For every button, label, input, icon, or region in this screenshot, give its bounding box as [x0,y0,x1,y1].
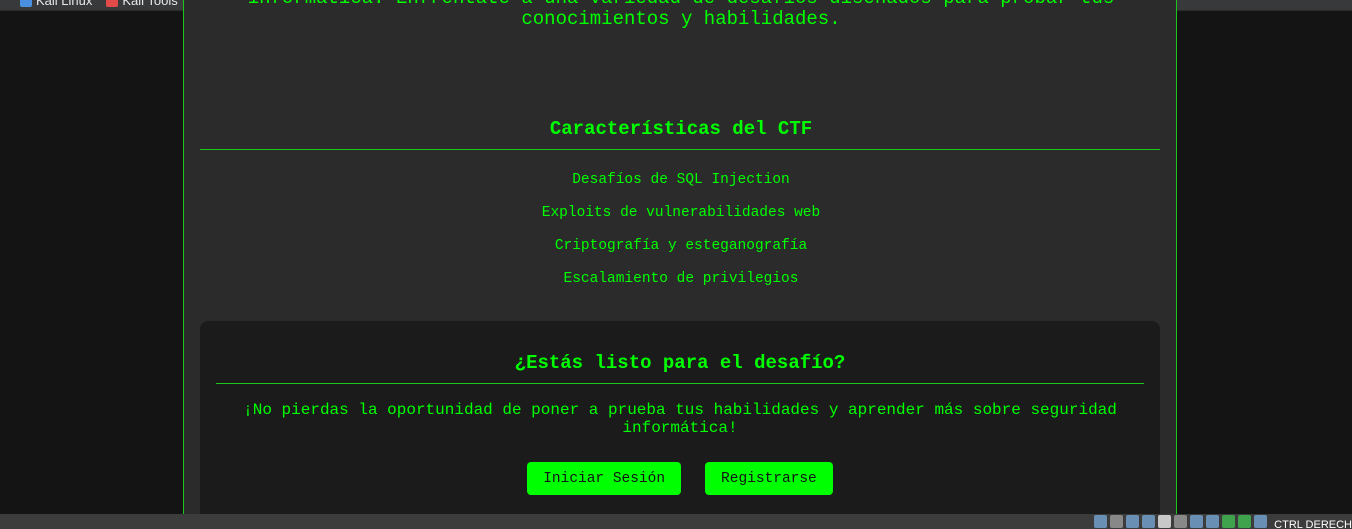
download-tray-icon[interactable] [1254,515,1268,528]
features-divider [200,149,1160,150]
network-tray-icon[interactable] [1206,515,1220,528]
display-tray-icon[interactable] [1142,515,1156,528]
login-button[interactable]: Iniciar Sesión [527,462,682,495]
kali-icon [20,0,32,7]
feature-item: Desafíos de SQL Injection [572,172,790,188]
intro-line-2: conocimientos y habilidades. [521,8,841,30]
intro-text: informática. Enfréntate a una variedad d… [184,0,1178,30]
host-key-label: CTRL DERECH [1274,518,1352,529]
kali-tools-icon [106,0,119,7]
window-tray-icon[interactable] [1190,515,1204,528]
disc-tray-icon[interactable] [1110,515,1124,528]
cta-text: ¡No pierdas la oportunidad de poner a pr… [243,401,1117,437]
cpu-tray-icon[interactable] [1222,515,1236,528]
bookmark-item[interactable]: Kali Linux [20,0,92,8]
update-tray-icon[interactable] [1238,515,1252,528]
folder-tray-icon[interactable] [1174,515,1188,528]
main-card: informática. Enfréntate a una variedad d… [183,0,1177,529]
feature-item: Exploits de vulnerabilidades web [541,205,821,221]
cta-buttons: Iniciar Sesión Registrarse [200,462,1160,495]
features-title: Características del CTF [549,118,813,140]
audio-tray-icon[interactable] [1126,515,1140,528]
bookmark-item[interactable]: Kali Tools [106,0,178,8]
features-list: Desafíos de SQL Injection Exploits de vu… [184,172,1178,304]
system-tray: CTRL DERECH [0,514,1352,529]
feature-item: Escalamiento de privilegios [563,271,799,287]
feature-item: Criptografía y esteganografía [554,238,808,254]
cta-panel: ¿Estás listo para el desafío? ¡No pierda… [200,321,1160,529]
magnifier-tray-icon[interactable] [1094,515,1108,528]
cta-title: ¿Estás listo para el desafío? [514,352,846,374]
bookmark-label: Kali Linux [36,0,93,8]
pen-tray-icon[interactable] [1158,515,1172,528]
cta-divider [216,383,1144,384]
bookmark-label: Kali Tools [122,0,178,8]
register-button[interactable]: Registrarse [705,462,833,495]
